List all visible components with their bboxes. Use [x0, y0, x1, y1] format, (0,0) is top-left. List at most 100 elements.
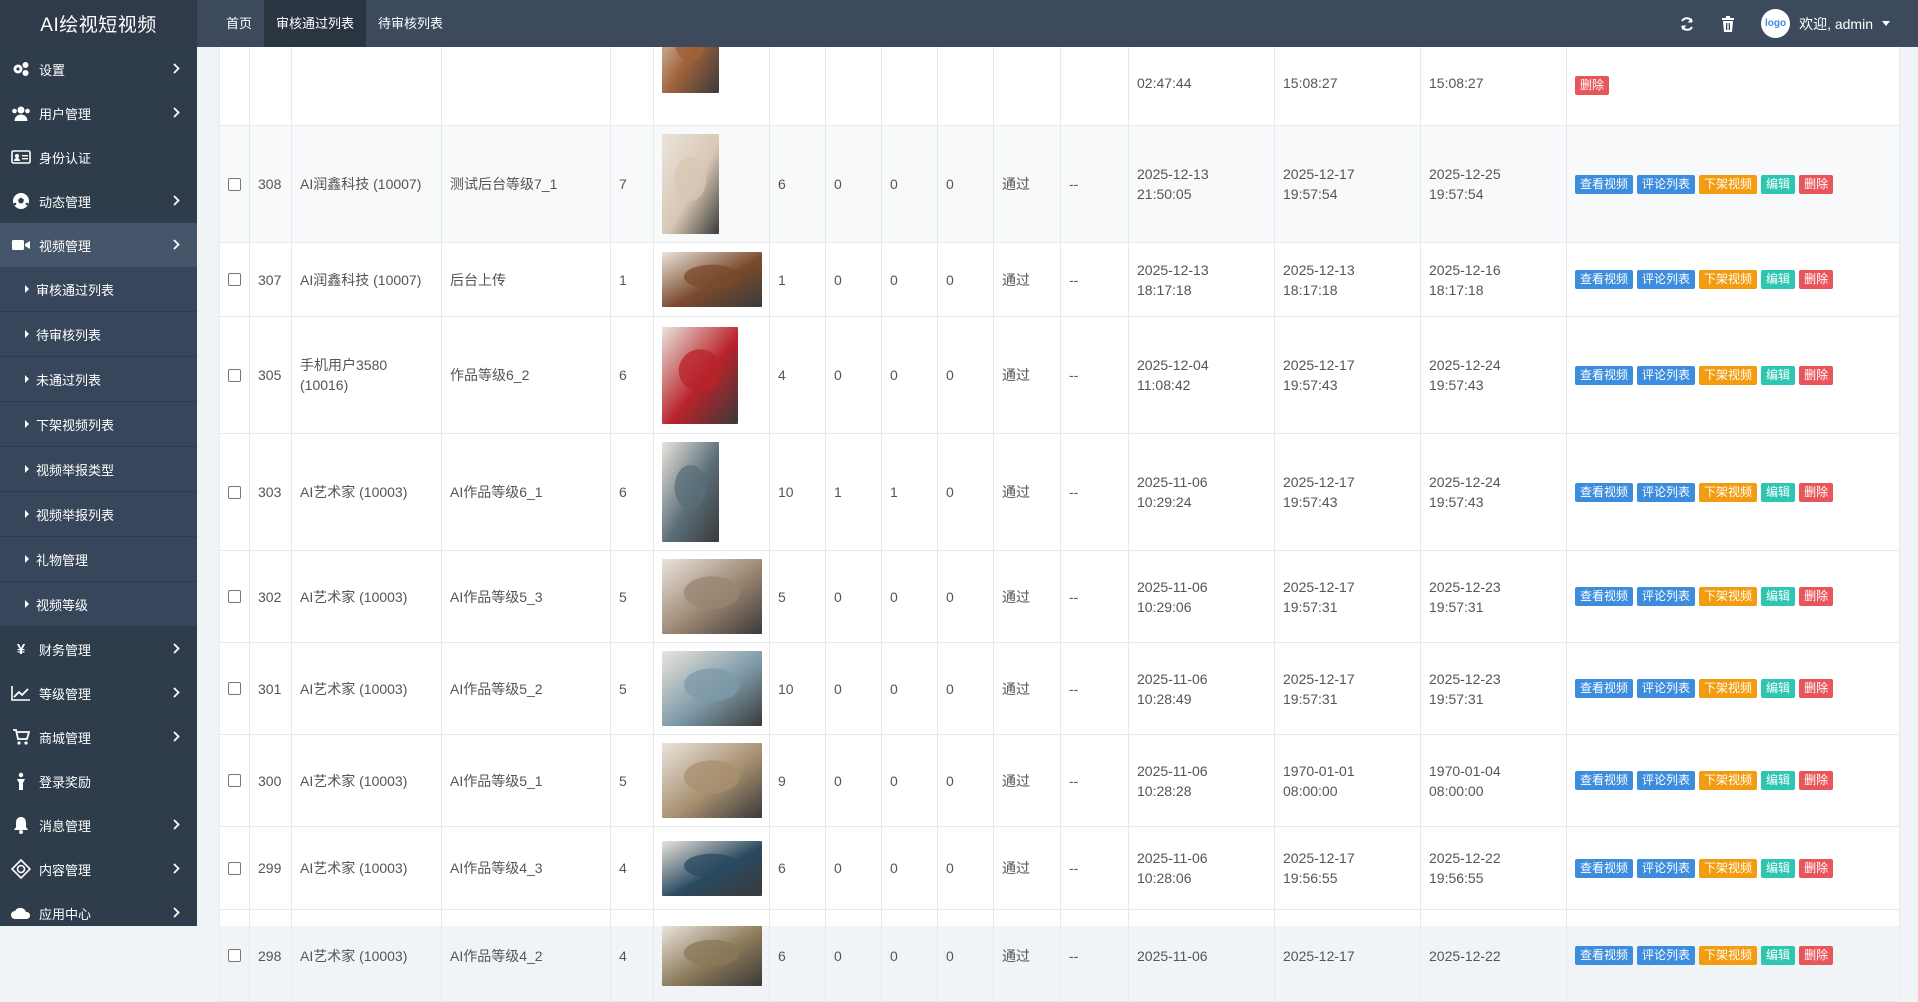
brand-logo[interactable]: AI绘视短视频: [0, 0, 197, 47]
delete-button[interactable]: 删除: [1799, 270, 1834, 289]
video-thumbnail[interactable]: [662, 559, 762, 634]
comments-button[interactable]: 评论列表: [1637, 946, 1696, 965]
delete-button[interactable]: 删除: [1575, 76, 1610, 95]
comments-button[interactable]: 评论列表: [1637, 365, 1696, 385]
table-row[interactable]: 299 AI艺术家 (10003) AI作品等级4_3 4 6 0 0 0 通过…: [219, 826, 1900, 910]
view-video-button[interactable]: 查看视频: [1575, 482, 1634, 502]
edit-button[interactable]: 编辑: [1761, 587, 1796, 606]
delete-button[interactable]: 删除: [1799, 858, 1834, 878]
row-checkbox[interactable]: [228, 949, 241, 962]
sidebar-item-content[interactable]: 内容管理: [0, 847, 197, 891]
tab-pending-list[interactable]: 待审核列表: [366, 0, 455, 47]
table-row[interactable]: 300 AI艺术家 (10003) AI作品等级5_1 5 9 0 0 0 通过…: [219, 734, 1900, 827]
sidebar-sub-takedown[interactable]: 下架视频列表: [0, 402, 197, 447]
sidebar-item-dynamics[interactable]: 动态管理: [0, 179, 197, 223]
takedown-button[interactable]: 下架视频: [1699, 270, 1758, 289]
sidebar-item-messages[interactable]: 消息管理: [0, 803, 197, 847]
view-video-button[interactable]: 查看视频: [1575, 679, 1634, 698]
delete-button[interactable]: 删除: [1799, 482, 1834, 502]
refresh-icon[interactable]: [1679, 16, 1695, 32]
view-video-button[interactable]: 查看视频: [1575, 771, 1634, 790]
trash-icon[interactable]: [1721, 15, 1735, 32]
sidebar-sub-gifts[interactable]: 礼物管理: [0, 537, 197, 582]
video-thumbnail[interactable]: [662, 326, 738, 424]
takedown-button[interactable]: 下架视频: [1699, 858, 1758, 878]
view-video-button[interactable]: 查看视频: [1575, 270, 1634, 289]
video-thumbnail[interactable]: [662, 743, 762, 818]
sidebar-item-identity[interactable]: 身份认证: [0, 135, 197, 179]
takedown-button[interactable]: 下架视频: [1699, 946, 1758, 965]
view-video-button[interactable]: 查看视频: [1575, 174, 1634, 194]
sidebar-sub-rejected[interactable]: 未通过列表: [0, 357, 197, 402]
edit-button[interactable]: 编辑: [1761, 365, 1796, 385]
table-row[interactable]: 303 AI艺术家 (10003) AI作品等级6_1 6 10 1 1 0 通…: [219, 433, 1900, 551]
sidebar-sub-approved[interactable]: 审核通过列表: [0, 267, 197, 312]
row-checkbox[interactable]: [228, 177, 241, 191]
row-checkbox[interactable]: [228, 485, 241, 499]
view-video-button[interactable]: 查看视频: [1575, 858, 1634, 878]
sidebar-item-settings[interactable]: 设置: [0, 47, 197, 91]
sidebar-item-apps[interactable]: 应用中心: [0, 891, 197, 926]
sidebar-sub-video-level[interactable]: 视频等级: [0, 582, 197, 627]
row-checkbox[interactable]: [228, 682, 241, 695]
edit-button[interactable]: 编辑: [1761, 858, 1796, 878]
view-video-button[interactable]: 查看视频: [1575, 365, 1634, 385]
view-video-button[interactable]: 查看视频: [1575, 587, 1634, 606]
takedown-button[interactable]: 下架视频: [1699, 482, 1758, 502]
row-checkbox[interactable]: [228, 273, 241, 286]
takedown-button[interactable]: 下架视频: [1699, 365, 1758, 385]
table-row[interactable]: 302 AI艺术家 (10003) AI作品等级5_3 5 5 0 0 0 通过…: [219, 550, 1900, 643]
edit-button[interactable]: 编辑: [1761, 679, 1796, 698]
delete-button[interactable]: 删除: [1799, 679, 1834, 698]
video-thumbnail[interactable]: [662, 925, 762, 986]
tab-home[interactable]: 首页: [214, 0, 264, 47]
edit-button[interactable]: 编辑: [1761, 174, 1796, 194]
delete-button[interactable]: 删除: [1799, 174, 1834, 194]
sidebar-sub-pending[interactable]: 待审核列表: [0, 312, 197, 357]
table-row[interactable]: 298 AI艺术家 (10003) AI作品等级4_2 4 6 0 0 0 通过…: [219, 909, 1900, 1002]
video-thumbnail[interactable]: [662, 651, 762, 726]
comments-button[interactable]: 评论列表: [1637, 858, 1696, 878]
user-menu[interactable]: logo 欢迎, admin: [1761, 9, 1890, 38]
comments-button[interactable]: 评论列表: [1637, 270, 1696, 289]
sidebar-item-levels[interactable]: 等级管理: [0, 671, 197, 715]
delete-button[interactable]: 删除: [1799, 771, 1834, 790]
row-checkbox[interactable]: [228, 590, 241, 603]
comments-button[interactable]: 评论列表: [1637, 174, 1696, 194]
table-row[interactable]: 308 AI润鑫科技 (10007) 测试后台等级7_1 7 6 0 0 0 通…: [219, 125, 1900, 243]
tab-approved-list[interactable]: 审核通过列表: [264, 0, 367, 47]
edit-button[interactable]: 编辑: [1761, 771, 1796, 790]
comments-button[interactable]: 评论列表: [1637, 679, 1696, 698]
video-thumbnail[interactable]: [662, 252, 762, 307]
sidebar-sub-report-list[interactable]: 视频举报列表: [0, 492, 197, 537]
edit-button[interactable]: 编辑: [1761, 270, 1796, 289]
delete-button[interactable]: 删除: [1799, 365, 1834, 385]
edit-button[interactable]: 编辑: [1761, 482, 1796, 502]
row-checkbox[interactable]: [228, 368, 241, 382]
takedown-button[interactable]: 下架视频: [1699, 587, 1758, 606]
sidebar-item-finance[interactable]: ¥ 财务管理: [0, 627, 197, 671]
delete-button[interactable]: 删除: [1799, 946, 1834, 965]
table-row[interactable]: 307 AI润鑫科技 (10007) 后台上传 1 1 0 0 0 通过 -- …: [219, 242, 1900, 317]
delete-button[interactable]: 删除: [1799, 587, 1834, 606]
sidebar-item-shop[interactable]: 商城管理: [0, 715, 197, 759]
video-thumbnail[interactable]: [662, 134, 719, 234]
table-row[interactable]: 301 AI艺术家 (10003) AI作品等级5_2 5 10 0 0 0 通…: [219, 642, 1900, 735]
video-thumbnail[interactable]: [662, 442, 719, 542]
comments-button[interactable]: 评论列表: [1637, 482, 1696, 502]
edit-button[interactable]: 编辑: [1761, 946, 1796, 965]
row-checkbox[interactable]: [228, 774, 241, 787]
comments-button[interactable]: 评论列表: [1637, 771, 1696, 790]
sidebar-item-login-reward[interactable]: 登录奖励: [0, 759, 197, 803]
comments-button[interactable]: 评论列表: [1637, 587, 1696, 606]
takedown-button[interactable]: 下架视频: [1699, 174, 1758, 194]
row-checkbox[interactable]: [228, 861, 241, 875]
takedown-button[interactable]: 下架视频: [1699, 771, 1758, 790]
takedown-button[interactable]: 下架视频: [1699, 679, 1758, 698]
sidebar-item-users[interactable]: 用户管理: [0, 91, 197, 135]
sidebar-item-video[interactable]: 视频管理: [0, 223, 197, 267]
sidebar-sub-report-types[interactable]: 视频举报类型: [0, 447, 197, 492]
table-row[interactable]: 305 手机用户3580 (10016) 作品等级6_2 6 4 0 0 0 通…: [219, 316, 1900, 434]
view-video-button[interactable]: 查看视频: [1575, 946, 1634, 965]
video-thumbnail[interactable]: [662, 840, 762, 896]
